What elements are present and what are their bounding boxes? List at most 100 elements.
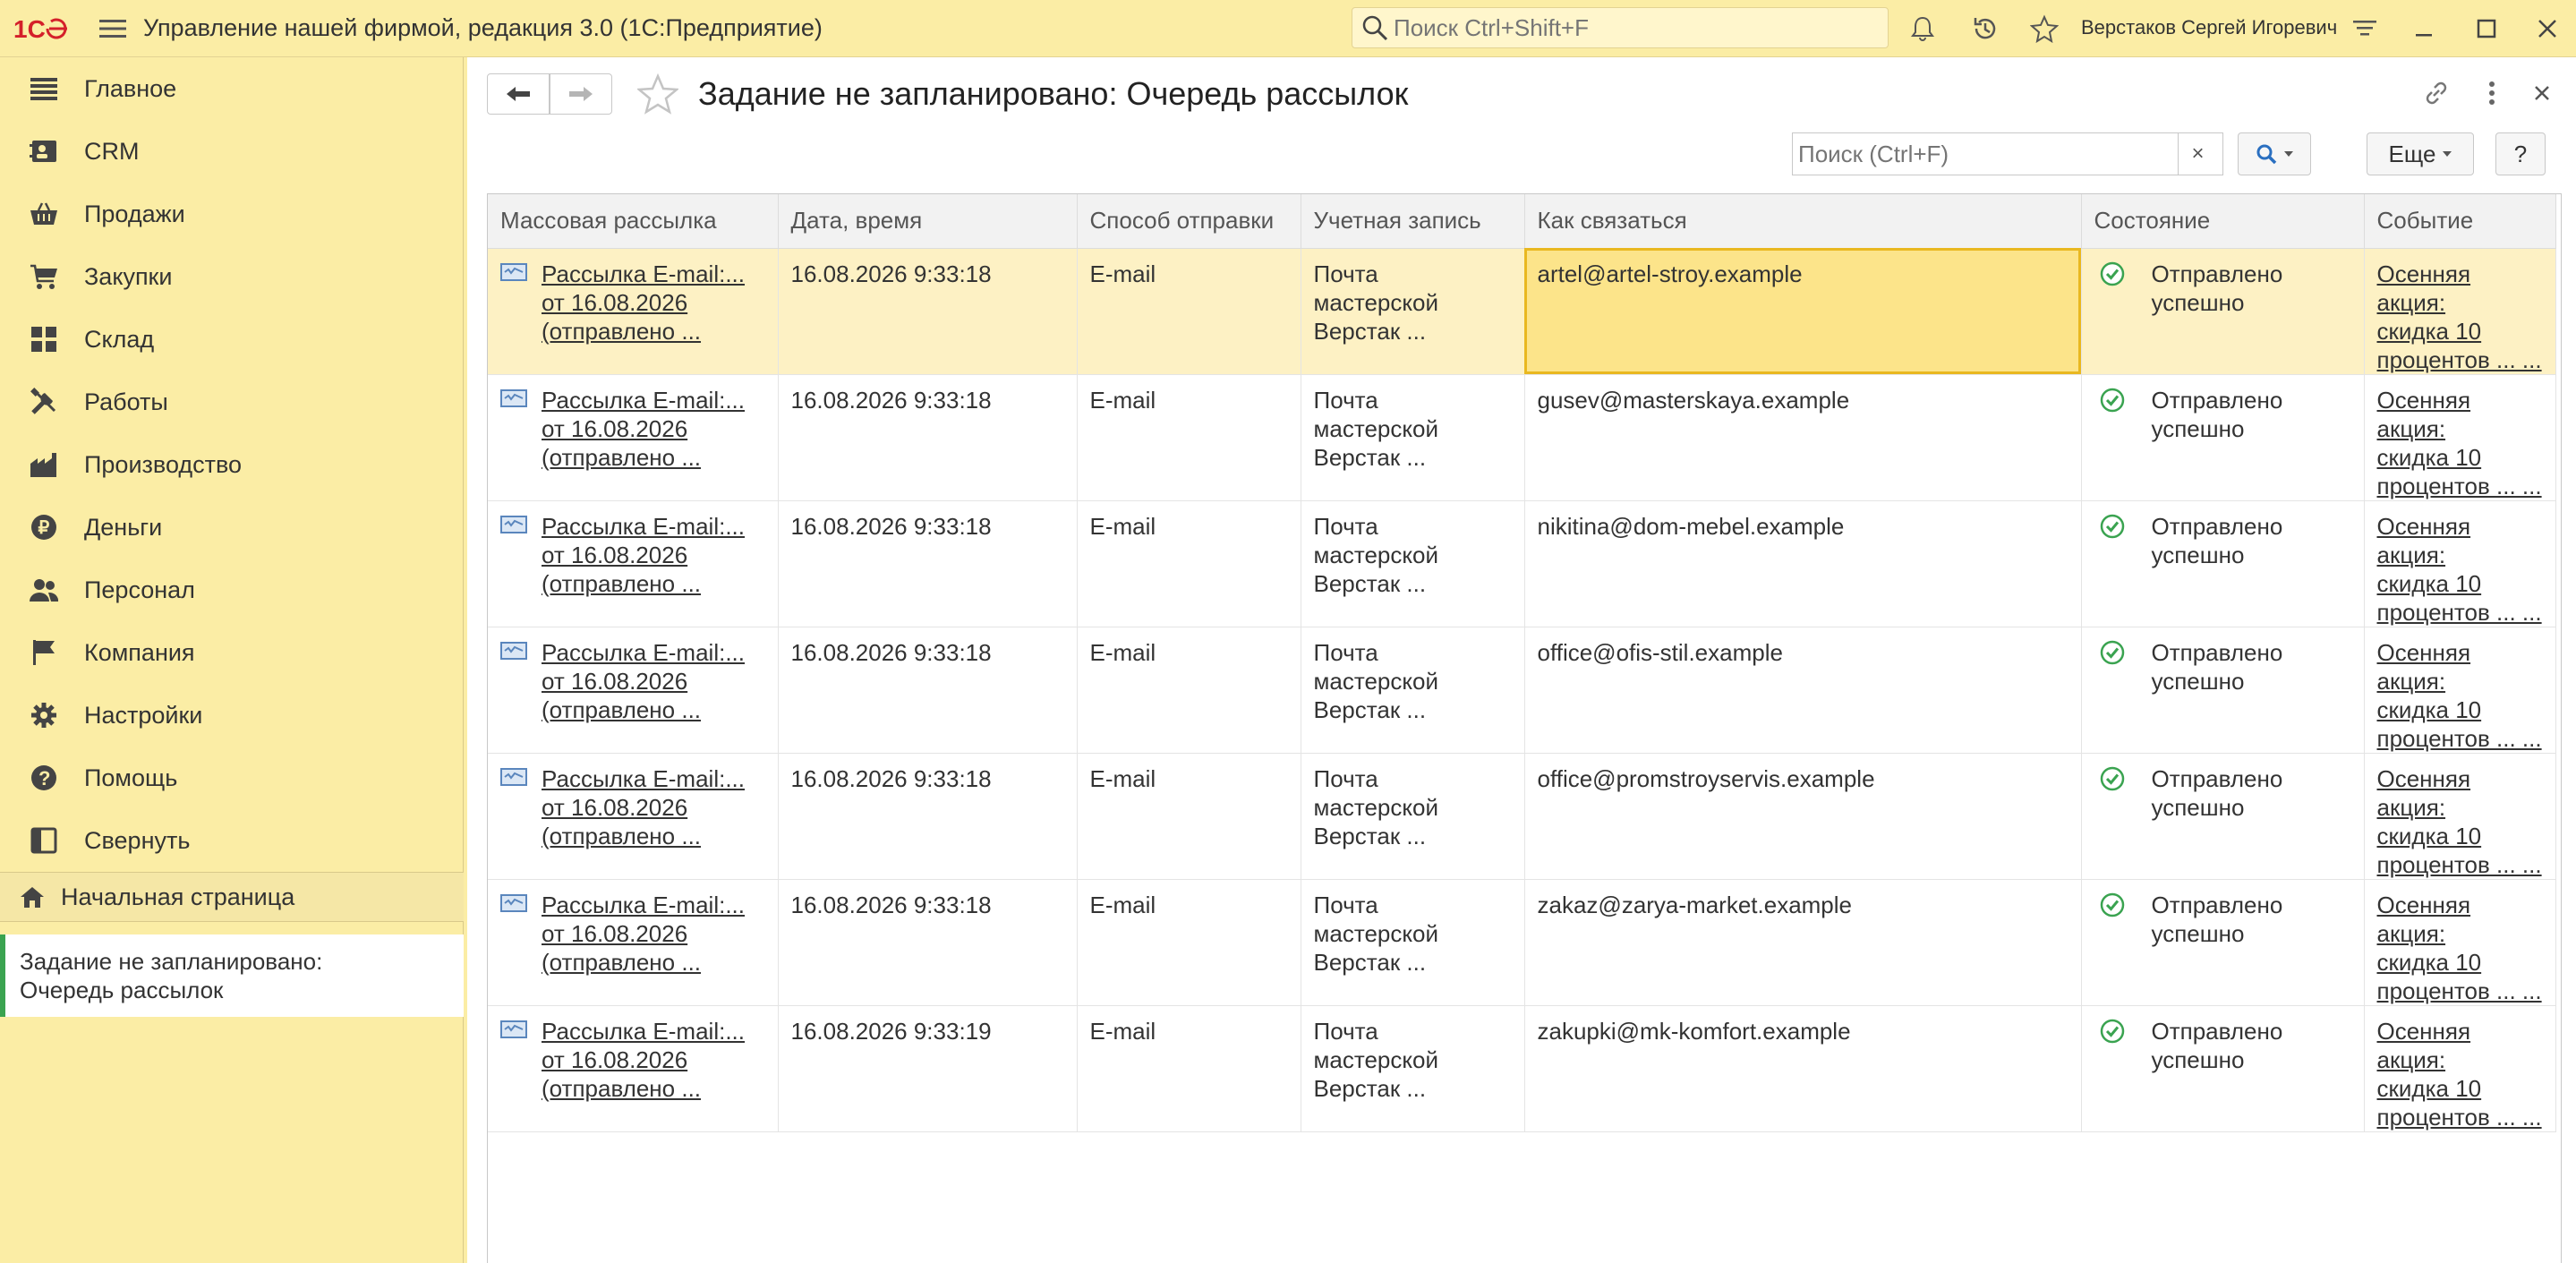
open-window-tab[interactable]: Задание не запланировано: Очередь рассыл… bbox=[0, 934, 464, 1017]
cell-event[interactable]: Осенняя акция: скидка 10 процентов ... ... bbox=[2364, 248, 2556, 375]
cell-datetime[interactable]: 16.08.2026 9:33:18 bbox=[778, 248, 1078, 375]
cell-method[interactable]: E-mail bbox=[1077, 879, 1301, 1006]
column-header-event[interactable]: Событие bbox=[2364, 194, 2556, 249]
sidebar-item-settings[interactable]: Настройки bbox=[0, 684, 463, 747]
home-page-link[interactable]: Начальная страница bbox=[0, 872, 464, 922]
close-app-button[interactable] bbox=[2531, 13, 2563, 45]
search-options-button[interactable] bbox=[2238, 132, 2311, 175]
help-button[interactable]: ? bbox=[2495, 132, 2546, 175]
table-row[interactable]: Рассылка E-mail:... от 16.08.2026 (отправл… bbox=[488, 753, 2556, 880]
table-row[interactable]: Рассылка E-mail:... от 16.08.2026 (отправл… bbox=[488, 1005, 2556, 1132]
settings-menu-button[interactable] bbox=[2349, 13, 2381, 45]
cell-mailing[interactable]: Рассылка E-mail:... от 16.08.2026 (отправл… bbox=[488, 500, 779, 627]
column-header-contact[interactable]: Как связаться bbox=[1524, 194, 2082, 249]
cell-contact[interactable]: nikitina@dom-mebel.example bbox=[1524, 500, 2082, 627]
cell-status[interactable]: Отправлено успешно bbox=[2081, 500, 2365, 627]
minimize-button[interactable] bbox=[2408, 13, 2440, 45]
cell-account[interactable]: Почта мастерской Верстак ... bbox=[1301, 248, 1525, 375]
mailing-queue-table[interactable]: Массовая рассылка Дата, время Способ отп… bbox=[487, 193, 2562, 1263]
global-search-input[interactable] bbox=[1394, 13, 1877, 42]
cell-status[interactable]: Отправлено успешно bbox=[2081, 248, 2365, 375]
cell-contact[interactable]: artel@artel-stroy.example bbox=[1524, 248, 2082, 375]
clear-search-button[interactable]: × bbox=[2178, 133, 2217, 175]
cell-status[interactable]: Отправлено успешно bbox=[2081, 879, 2365, 1006]
cell-method[interactable]: E-mail bbox=[1077, 1005, 1301, 1132]
cell-event[interactable]: Осенняя акция: скидка 10 процентов ... ... bbox=[2364, 374, 2556, 501]
table-row[interactable]: Рассылка E-mail:... от 16.08.2026 (отправл… bbox=[488, 248, 2556, 375]
cell-contact[interactable]: office@ofis-stil.example bbox=[1524, 627, 2082, 754]
more-actions-button[interactable]: Еще bbox=[2367, 132, 2474, 175]
cell-mailing[interactable]: Рассылка E-mail:... от 16.08.2026 (отправл… bbox=[488, 627, 779, 754]
cell-datetime[interactable]: 16.08.2026 9:33:18 bbox=[778, 374, 1078, 501]
back-button[interactable] bbox=[487, 73, 550, 115]
history-button[interactable] bbox=[1969, 13, 2001, 45]
notifications-button[interactable] bbox=[1906, 13, 1939, 45]
sidebar-item-money[interactable]: ₽ Деньги bbox=[0, 496, 463, 559]
cell-account[interactable]: Почта мастерской Верстак ... bbox=[1301, 500, 1525, 627]
close-form-button[interactable] bbox=[2526, 77, 2558, 109]
cell-account[interactable]: Почта мастерской Верстак ... bbox=[1301, 879, 1525, 1006]
cell-event[interactable]: Осенняя акция: скидка 10 процентов ... ... bbox=[2364, 627, 2556, 754]
sidebar-item-company[interactable]: Компания bbox=[0, 621, 463, 684]
app-logo[interactable]: 1С bbox=[0, 15, 82, 42]
cell-datetime[interactable]: 16.08.2026 9:33:18 bbox=[778, 500, 1078, 627]
cell-status[interactable]: Отправлено успешно bbox=[2081, 627, 2365, 754]
cell-mailing[interactable]: Рассылка E-mail:... от 16.08.2026 (отправл… bbox=[488, 879, 779, 1006]
table-row[interactable]: Рассылка E-mail:... от 16.08.2026 (отправл… bbox=[488, 500, 2556, 627]
table-row[interactable]: Рассылка E-mail:... от 16.08.2026 (отправл… bbox=[488, 374, 2556, 501]
column-header-status[interactable]: Состояние bbox=[2081, 194, 2365, 249]
sidebar-item-crm[interactable]: CRM bbox=[0, 120, 463, 183]
cell-contact[interactable]: office@promstroyservis.example bbox=[1524, 753, 2082, 880]
cell-mailing[interactable]: Рассылка E-mail:... от 16.08.2026 (отправл… bbox=[488, 248, 779, 375]
sidebar-item-purchases[interactable]: Закупки bbox=[0, 245, 463, 308]
main-menu-button[interactable] bbox=[82, 0, 143, 57]
sidebar-item-collapse[interactable]: Свернуть bbox=[0, 809, 463, 872]
cell-status[interactable]: Отправлено успешно bbox=[2081, 753, 2365, 880]
cell-datetime[interactable]: 16.08.2026 9:33:19 bbox=[778, 1005, 1078, 1132]
maximize-button[interactable] bbox=[2470, 13, 2503, 45]
sidebar-item-sales[interactable]: Продажи bbox=[0, 183, 463, 245]
column-header-account[interactable]: Учетная запись bbox=[1301, 194, 1525, 249]
cell-datetime[interactable]: 16.08.2026 9:33:18 bbox=[778, 627, 1078, 754]
cell-account[interactable]: Почта мастерской Верстак ... bbox=[1301, 374, 1525, 501]
cell-mailing[interactable]: Рассылка E-mail:... от 16.08.2026 (отправл… bbox=[488, 1005, 779, 1132]
cell-event[interactable]: Осенняя акция: скидка 10 процентов ... ... bbox=[2364, 753, 2556, 880]
cell-event[interactable]: Осенняя акция: скидка 10 процентов ... ... bbox=[2364, 500, 2556, 627]
column-header-mailing[interactable]: Массовая рассылка bbox=[488, 194, 779, 249]
cell-method[interactable]: E-mail bbox=[1077, 248, 1301, 375]
copy-link-button[interactable] bbox=[2420, 77, 2452, 109]
cell-account[interactable]: Почта мастерской Верстак ... bbox=[1301, 627, 1525, 754]
global-search[interactable] bbox=[1352, 7, 1889, 48]
cell-account[interactable]: Почта мастерской Верстак ... bbox=[1301, 1005, 1525, 1132]
cell-method[interactable]: E-mail bbox=[1077, 374, 1301, 501]
current-user[interactable]: Верстаков Сергей Игоревич bbox=[2081, 16, 2337, 39]
sidebar-item-help[interactable]: ? Помощь bbox=[0, 747, 463, 809]
cell-contact[interactable]: zakupki@mk-komfort.example bbox=[1524, 1005, 2082, 1132]
cell-account[interactable]: Почта мастерской Верстак ... bbox=[1301, 753, 1525, 880]
forward-button[interactable] bbox=[550, 73, 612, 115]
cell-method[interactable]: E-mail bbox=[1077, 500, 1301, 627]
sidebar-item-main[interactable]: Главное bbox=[0, 57, 463, 120]
table-row[interactable]: Рассылка E-mail:... от 16.08.2026 (отправл… bbox=[488, 879, 2556, 1006]
sidebar-item-warehouse[interactable]: Склад bbox=[0, 308, 463, 371]
column-header-method[interactable]: Способ отправки bbox=[1077, 194, 1301, 249]
cell-method[interactable]: E-mail bbox=[1077, 627, 1301, 754]
sidebar-item-works[interactable]: Работы bbox=[0, 371, 463, 433]
cell-contact[interactable]: zakaz@zarya-market.example bbox=[1524, 879, 2082, 1006]
cell-mailing[interactable]: Рассылка E-mail:... от 16.08.2026 (отправл… bbox=[488, 374, 779, 501]
cell-event[interactable]: Осенняя акция: скидка 10 процентов ... ... bbox=[2364, 1005, 2556, 1132]
column-header-datetime[interactable]: Дата, время bbox=[778, 194, 1078, 249]
sidebar-item-personnel[interactable]: Персонал bbox=[0, 559, 463, 621]
cell-method[interactable]: E-mail bbox=[1077, 753, 1301, 880]
list-search[interactable]: × bbox=[1792, 132, 2223, 175]
cell-datetime[interactable]: 16.08.2026 9:33:18 bbox=[778, 753, 1078, 880]
cell-datetime[interactable]: 16.08.2026 9:33:18 bbox=[778, 879, 1078, 1006]
cell-status[interactable]: Отправлено успешно bbox=[2081, 1005, 2365, 1132]
cell-event[interactable]: Осенняя акция: скидка 10 процентов ... ... bbox=[2364, 879, 2556, 1006]
form-more-menu-button[interactable] bbox=[2476, 77, 2508, 109]
cell-contact[interactable]: gusev@masterskaya.example bbox=[1524, 374, 2082, 501]
sidebar-item-production[interactable]: Производство bbox=[0, 433, 463, 496]
table-row[interactable]: Рассылка E-mail:... от 16.08.2026 (отправл… bbox=[488, 627, 2556, 754]
list-search-input[interactable] bbox=[1793, 140, 2178, 168]
favorites-button[interactable] bbox=[2028, 13, 2060, 45]
